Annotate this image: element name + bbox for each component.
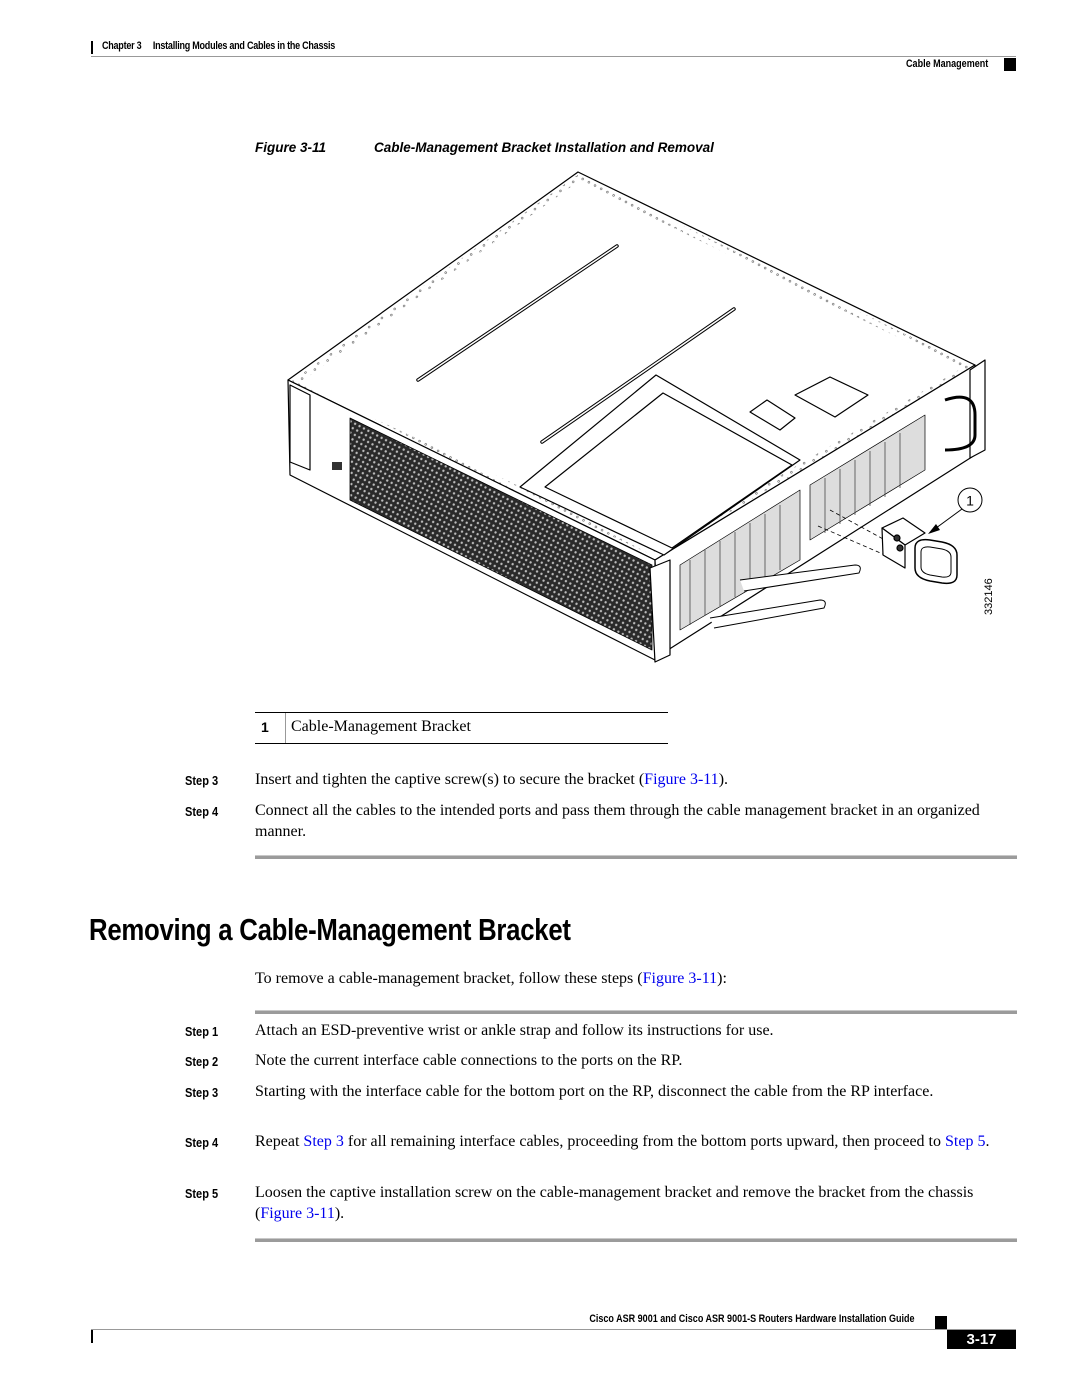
legend-number: 1 bbox=[261, 719, 269, 735]
chapter-number: Chapter 3 bbox=[102, 40, 142, 52]
header-rule bbox=[91, 56, 1016, 57]
step-link[interactable]: Step 5 bbox=[945, 1133, 985, 1150]
step-text: Insert and tighten the captive screw(s) … bbox=[255, 771, 729, 788]
figure-link[interactable]: Figure 3-11 bbox=[643, 970, 718, 987]
footer-change-bar bbox=[91, 1330, 93, 1343]
router-chassis-illustration: 1 bbox=[287, 171, 986, 663]
figure-link[interactable]: Figure 3-11 bbox=[644, 771, 719, 788]
figure-caption: Figure 3-11 Cable-Management Bracket Inst… bbox=[255, 140, 714, 155]
step-text: Attach an ESD-preventive wrist or ankle … bbox=[255, 1022, 774, 1039]
header-change-bar bbox=[91, 41, 93, 54]
step-label: Step 4 bbox=[185, 804, 219, 819]
figure-image-id: 332146 bbox=[983, 578, 995, 615]
step-text: Connect all the cables to the intended p… bbox=[255, 802, 980, 840]
step-label: Step 5 bbox=[185, 1186, 219, 1201]
step-label: Step 4 bbox=[185, 1135, 219, 1150]
procedure-end-rule bbox=[255, 855, 1017, 859]
cable-management-bracket bbox=[881, 517, 958, 585]
figure-legend-table: 1 Cable-Management Bracket bbox=[255, 712, 668, 744]
step-label: Step 3 bbox=[185, 1085, 219, 1100]
step-text: Repeat Step 3 for all remaining interfac… bbox=[255, 1133, 990, 1150]
figure-link[interactable]: Figure 3-11 bbox=[260, 1205, 335, 1222]
figure-number: Figure 3-11 bbox=[255, 140, 327, 155]
footer-guide-title: Cisco ASR 9001 and Cisco ASR 9001-S Rout… bbox=[589, 1313, 915, 1325]
step-text: Loosen the captive installation screw on… bbox=[255, 1184, 974, 1222]
footer-tab-marker bbox=[935, 1316, 947, 1329]
callout-number: 1 bbox=[966, 493, 974, 509]
procedure-start-rule bbox=[255, 1010, 1017, 1014]
section-header: Cable Management bbox=[905, 58, 988, 70]
step-label: Step 3 bbox=[185, 773, 219, 788]
header-tab-marker bbox=[1004, 58, 1016, 71]
footer-rule bbox=[91, 1329, 1016, 1330]
step-label: Step 2 bbox=[185, 1054, 219, 1069]
section-heading: Removing a Cable-Management Bracket bbox=[89, 912, 571, 947]
step-link[interactable]: Step 3 bbox=[303, 1133, 343, 1150]
legend-label: Cable-Management Bracket bbox=[291, 718, 471, 735]
step-label: Step 1 bbox=[185, 1024, 219, 1039]
section-intro: To remove a cable-management bracket, fo… bbox=[255, 970, 727, 987]
step-text: Note the current interface cable connect… bbox=[255, 1052, 683, 1069]
step-text: Starting with the interface cable for th… bbox=[255, 1083, 934, 1100]
chapter-title: Installing Modules and Cables in the Cha… bbox=[152, 40, 336, 52]
procedure-end-rule bbox=[255, 1238, 1017, 1242]
figure-title: Cable-Management Bracket Installation an… bbox=[374, 140, 714, 155]
running-header: Chapter 3 Installing Modules and Cables i… bbox=[102, 40, 335, 52]
page-number: 3-17 bbox=[947, 1330, 1016, 1349]
legend-divider bbox=[285, 713, 286, 743]
